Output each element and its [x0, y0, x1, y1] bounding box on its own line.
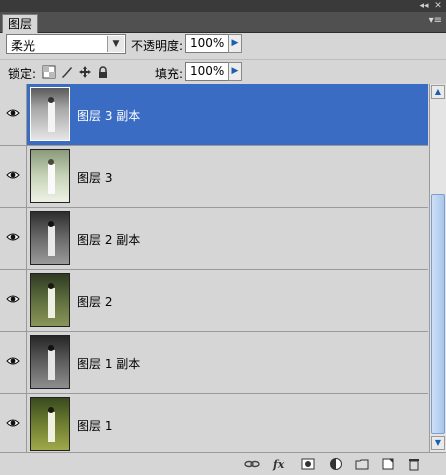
- layer-row[interactable]: 图层 2 副本: [0, 208, 428, 270]
- opacity-field[interactable]: 100%: [185, 34, 229, 53]
- lock-all-icon[interactable]: [96, 65, 110, 79]
- chevron-down-icon[interactable]: ▼: [107, 36, 124, 52]
- eye-icon[interactable]: [6, 293, 20, 305]
- scroll-down-button[interactable]: ▼: [431, 436, 445, 450]
- layer-row[interactable]: 图层 3: [0, 146, 428, 208]
- opacity-label: 不透明度:: [131, 39, 184, 53]
- new-group-icon[interactable]: [354, 456, 370, 472]
- blend-mode-select[interactable]: 柔光 ▼: [6, 34, 126, 54]
- eye-icon[interactable]: [6, 107, 20, 119]
- eye-icon[interactable]: [6, 417, 20, 429]
- layer-row[interactable]: 图层 3 副本: [0, 84, 428, 146]
- eye-icon[interactable]: [6, 231, 20, 243]
- fill-label: 填充:: [155, 67, 184, 81]
- scroll-thumb[interactable]: [431, 194, 445, 434]
- layer-list: 图层 3 副本 图层 3 图层 2 副本 图层 2 图层 1 副本 图层 1: [0, 84, 428, 452]
- eye-icon[interactable]: [6, 355, 20, 367]
- layer-name: 图层 1 副本: [77, 357, 141, 371]
- adjustment-layer-icon[interactable]: [328, 456, 344, 472]
- blend-row: 柔光 ▼ 不透明度: 100% ▶: [0, 33, 446, 57]
- visibility-cell[interactable]: [0, 84, 27, 145]
- close-icon[interactable]: ✕: [432, 0, 444, 12]
- fx-icon[interactable]: fx: [272, 456, 288, 472]
- layers-panel: ◂◂ ✕ 图层 ▾≡ 柔光 ▼ 不透明度: 100% ▶ 锁定: 填充: 100…: [0, 0, 446, 475]
- visibility-cell[interactable]: [0, 208, 27, 269]
- double-chevron-icon[interactable]: ◂◂: [418, 0, 430, 12]
- visibility-cell[interactable]: [0, 394, 27, 452]
- new-layer-icon[interactable]: [380, 456, 396, 472]
- lock-row: 锁定: 填充: 100% ▶: [0, 59, 446, 84]
- panel-menu-icon[interactable]: ▾≡: [429, 15, 442, 26]
- lock-move-icon[interactable]: [78, 65, 92, 79]
- link-layers-icon[interactable]: [244, 456, 260, 472]
- layer-thumbnail: [30, 273, 70, 327]
- tab-layers[interactable]: 图层: [2, 14, 38, 33]
- lock-brush-icon[interactable]: [60, 65, 74, 79]
- tab-bar: 图层 ▾≡: [0, 12, 446, 33]
- opacity-slider-button[interactable]: ▶: [228, 34, 242, 53]
- lock-label: 锁定:: [8, 67, 37, 81]
- visibility-cell[interactable]: [0, 270, 27, 331]
- delete-icon[interactable]: [406, 456, 422, 472]
- layer-thumbnail: [30, 335, 70, 389]
- layer-name: 图层 2: [77, 295, 113, 309]
- layer-name: 图层 2 副本: [77, 233, 141, 247]
- scroll-up-button[interactable]: ▲: [431, 85, 445, 99]
- layer-thumbnail: [30, 149, 70, 203]
- lock-transparent-icon[interactable]: [42, 65, 56, 79]
- layer-thumbnail: [30, 211, 70, 265]
- vertical-scrollbar[interactable]: ▲ ▼: [429, 84, 446, 452]
- layer-thumbnail: [30, 87, 70, 141]
- visibility-cell[interactable]: [0, 146, 27, 207]
- visibility-cell[interactable]: [0, 332, 27, 393]
- layer-row[interactable]: 图层 1: [0, 394, 428, 452]
- layer-thumbnail: [30, 397, 70, 451]
- layer-row[interactable]: 图层 1 副本: [0, 332, 428, 394]
- blend-mode-value: 柔光: [11, 39, 36, 53]
- fill-slider-button[interactable]: ▶: [228, 62, 242, 81]
- layer-name: 图层 3 副本: [77, 109, 141, 123]
- layer-name: 图层 1: [77, 419, 113, 433]
- svg-text:fx: fx: [272, 458, 285, 471]
- add-mask-icon[interactable]: [300, 456, 316, 472]
- layer-name: 图层 3: [77, 171, 113, 185]
- panel-title-bar: ◂◂ ✕: [0, 0, 446, 12]
- fill-field[interactable]: 100%: [185, 62, 229, 81]
- panel-footer: fx: [0, 452, 446, 475]
- layer-row[interactable]: 图层 2: [0, 270, 428, 332]
- eye-icon[interactable]: [6, 169, 20, 181]
